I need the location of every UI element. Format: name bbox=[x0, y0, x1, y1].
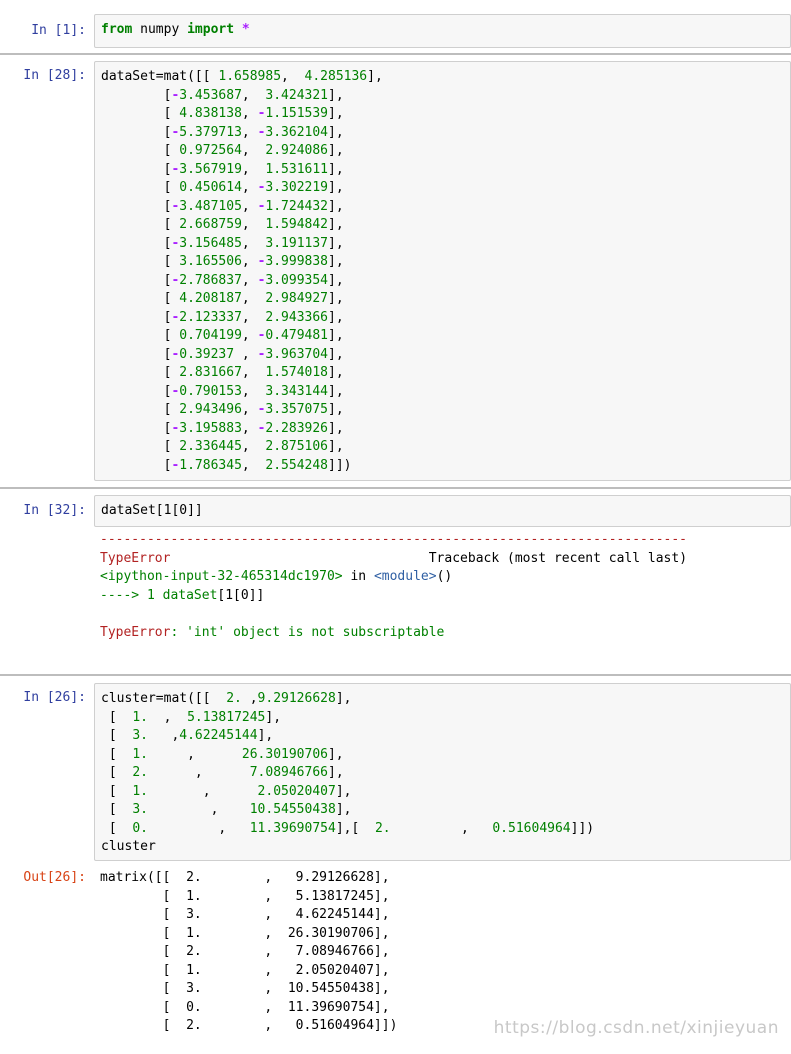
code-block: dataSet=mat([[ 1.658985, 4.285136], [-3.… bbox=[101, 69, 383, 473]
traceback-module: <module> bbox=[373, 569, 437, 584]
input-prompt: In [32]: bbox=[23, 503, 86, 518]
input-prompt: In [28]: bbox=[23, 68, 86, 83]
watermark: https://blog.csdn.net/xinjieyuan bbox=[493, 1018, 779, 1038]
traceback-rule: ----------------------------------------… bbox=[100, 532, 687, 547]
code-input[interactable]: from numpy import * bbox=[94, 14, 791, 48]
cell-separator bbox=[0, 53, 791, 55]
final-error-name: TypeError bbox=[100, 624, 171, 640]
cell-output: matrix([[ 2. , 9.29126628], [ 1. , 5.138… bbox=[94, 869, 791, 1036]
code-input[interactable]: cluster=mat([[ 2. ,9.29126628], [ 1. , 5… bbox=[94, 683, 791, 861]
cell-separator bbox=[0, 487, 791, 489]
traceback-block: ----------------------------------------… bbox=[100, 532, 688, 640]
traceback-label: Traceback (most recent call last) bbox=[428, 550, 688, 566]
code-input[interactable]: dataSet[1[0]] bbox=[94, 495, 791, 527]
cell-separator bbox=[0, 674, 791, 676]
notebook-cell-2: In [28]: dataSet=mat([[ 1.658985, 4.2851… bbox=[0, 61, 791, 481]
traceback-arrow: ----> 1 dataSet bbox=[100, 587, 218, 603]
input-prompt: In [26]: bbox=[23, 690, 86, 705]
code-line: dataSet[1[0]] bbox=[101, 503, 203, 518]
error-name: TypeError bbox=[100, 550, 171, 566]
notebook-cell-1: In [1]: from numpy import * bbox=[0, 14, 791, 48]
final-error-message: : 'int' object is not subscriptable bbox=[170, 624, 445, 640]
error-output: ----------------------------------------… bbox=[94, 531, 791, 642]
code-line: from numpy import * bbox=[101, 22, 250, 37]
notebook-cell-4: In [26]: cluster=mat([[ 2. ,9.29126628],… bbox=[0, 683, 791, 1043]
output-prompt: Out[26]: bbox=[23, 870, 86, 885]
traceback-location: <ipython-input-32-465314dc1970> bbox=[100, 569, 343, 584]
code-input[interactable]: dataSet=mat([[ 1.658985, 4.285136], [-3.… bbox=[94, 61, 791, 481]
input-prompt: In [1]: bbox=[31, 23, 86, 38]
notebook-cell-3: In [32]: dataSet[1[0]] -----------------… bbox=[0, 495, 791, 665]
traceback-code: [1[0]] bbox=[217, 587, 265, 603]
code-block: cluster=mat([[ 2. ,9.29126628], [ 1. , 5… bbox=[101, 691, 595, 854]
output-block: matrix([[ 2. , 9.29126628], [ 1. , 5.138… bbox=[100, 870, 398, 1033]
